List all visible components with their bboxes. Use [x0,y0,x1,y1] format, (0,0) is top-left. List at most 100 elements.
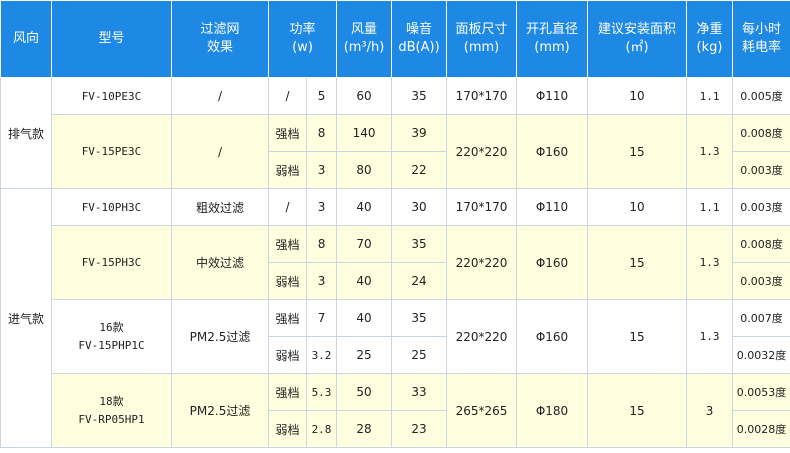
header-filter: 过滤网 效果 [171,0,269,78]
header-power: 功率 (w) [267,0,338,78]
header-install-area: 建议安装面积 (㎡) [587,0,688,78]
consumption-cell: 0.008度 [732,114,790,152]
airflow-cell: 60 [336,77,393,115]
header-weight: 净重 (kg) [686,0,734,78]
group-label-intake: 进气款 [0,188,52,448]
opening-cell: Φ110 [516,188,589,226]
table-row: 进气款 FV-10PH3C 粗效过滤 / 3 40 30 170*170 Φ11… [0,188,790,448]
airflow-cell: 40 [336,262,393,300]
spec-table: 风向 型号 过滤网 效果 功率 (w) 风量 (m³/h) 噪音 dB(A)) 面板尺寸… [0,0,790,448]
opening-cell: Φ160 [516,299,589,374]
consumption-cell: 0.005度 [732,77,790,115]
model-cell: 18款 FV-RP05HP1 [51,373,172,448]
noise-cell: 25 [391,336,448,374]
gear-cell: 弱档 [268,336,307,374]
model-cell: 16款 FV-15PHP1C [51,299,172,374]
area-cell: 15 [587,373,688,448]
weight-cell: 1.3 [686,225,734,300]
consumption-cell: 0.003度 [732,151,790,189]
area-cell: 10 [587,77,688,115]
consumption-cell: 0.007度 [732,299,790,337]
panel-size-cell: 220*220 [446,299,518,374]
power-cell: 8 [305,114,338,152]
airflow-cell: 70 [336,225,393,263]
model-code: FV-15PHP1C [78,338,145,352]
power-cell: 3.2 [305,336,338,374]
header-panel-size: 面板尺寸 (mm) [446,0,518,78]
model-cell: FV-15PE3C [51,114,172,189]
airflow-cell: 80 [336,151,393,189]
airflow-cell: 28 [336,410,393,448]
airflow-cell: 40 [336,188,393,226]
area-cell: 15 [587,114,688,189]
opening-cell: Φ160 [516,225,589,300]
power-cell: 3 [305,151,338,189]
panel-size-cell: 220*220 [446,114,518,189]
noise-cell: 22 [391,151,448,189]
noise-cell: 24 [391,262,448,300]
panel-size-cell: 170*170 [446,77,518,115]
opening-cell: Φ110 [516,77,589,115]
noise-cell: 35 [391,77,448,115]
opening-cell: Φ160 [516,114,589,189]
weight-cell: 1.1 [686,188,734,226]
airflow-cell: 140 [336,114,393,152]
filter-cell: / [171,114,269,189]
consumption-cell: 0.008度 [732,225,790,263]
noise-cell: 39 [391,114,448,152]
area-cell: 15 [587,299,688,374]
header-opening-diameter: 开孔直径 (mm) [516,0,589,78]
noise-cell: 35 [391,299,448,337]
header-model: 型号 [51,0,172,78]
consumption-cell: 0.0028度 [732,410,790,448]
table-row: FV-15PE3C / 强档 8 140 39 220*220 Φ160 15 … [1,114,790,189]
gear-cell: 强档 [268,114,307,152]
table-row: FV-15PH3C 中效过滤 强档 8 70 35 220*220 Φ160 1… [1,225,790,300]
power-cell: 8 [305,225,338,263]
noise-cell: 23 [391,410,448,448]
model-cell: FV-10PH3C [51,188,172,226]
weight-cell: 1.3 [686,114,734,189]
consumption-cell: 0.0032度 [732,336,790,374]
gear-cell: 弱档 [268,151,307,189]
model-year: 18款 [99,394,124,408]
gear-cell: 弱档 [268,262,307,300]
power-cell: 3 [305,262,338,300]
table-row: 16款 FV-15PHP1C PM2.5过滤 强档 7 40 35 220*220… [1,299,790,374]
opening-cell: Φ180 [516,373,589,448]
gear-cell: / [268,77,307,115]
gear-cell: 强档 [268,299,307,337]
power-cell: 2.8 [305,410,338,448]
noise-cell: 30 [391,188,448,226]
airflow-cell: 50 [336,373,393,411]
gear-cell: 强档 [268,225,307,263]
header-row: 风向 型号 过滤网 效果 功率 (w) 风量 (m³/h) 噪音 dB(A)) 面板尺寸… [0,0,790,78]
header-airflow: 风量 (m³/h) [336,0,393,78]
weight-cell: 3 [686,373,734,448]
power-cell: 7 [305,299,338,337]
model-cell: FV-15PH3C [51,225,172,300]
filter-cell: PM2.5过滤 [171,299,269,374]
power-cell: 5 [305,77,338,115]
consumption-cell: 0.003度 [732,262,790,300]
gear-cell: 强档 [268,373,307,411]
header-direction: 风向 [0,0,52,78]
panel-size-cell: 265*265 [446,373,518,448]
noise-cell: 33 [391,373,448,411]
table-row: 18款 FV-RP05HP1 PM2.5过滤 强档 5.3 50 33 265*2… [1,373,790,448]
filter-cell: 中效过滤 [171,225,269,300]
filter-cell: / [171,77,269,115]
header-noise: 噪音 dB(A)) [391,0,448,78]
consumption-cell: 0.003度 [732,188,790,226]
weight-cell: 1.1 [686,77,734,115]
filter-cell: 粗效过滤 [171,188,269,226]
consumption-cell: 0.0053度 [732,373,790,411]
gear-cell: 弱档 [268,410,307,448]
airflow-cell: 25 [336,336,393,374]
area-cell: 15 [587,225,688,300]
power-cell: 3 [305,188,338,226]
filter-cell: PM2.5过滤 [171,373,269,448]
model-code: FV-RP05HP1 [78,412,145,426]
table-row: 排气款 FV-10PE3C / / 5 60 35 170*170 Φ110 1… [0,77,790,189]
gear-cell: / [268,188,307,226]
